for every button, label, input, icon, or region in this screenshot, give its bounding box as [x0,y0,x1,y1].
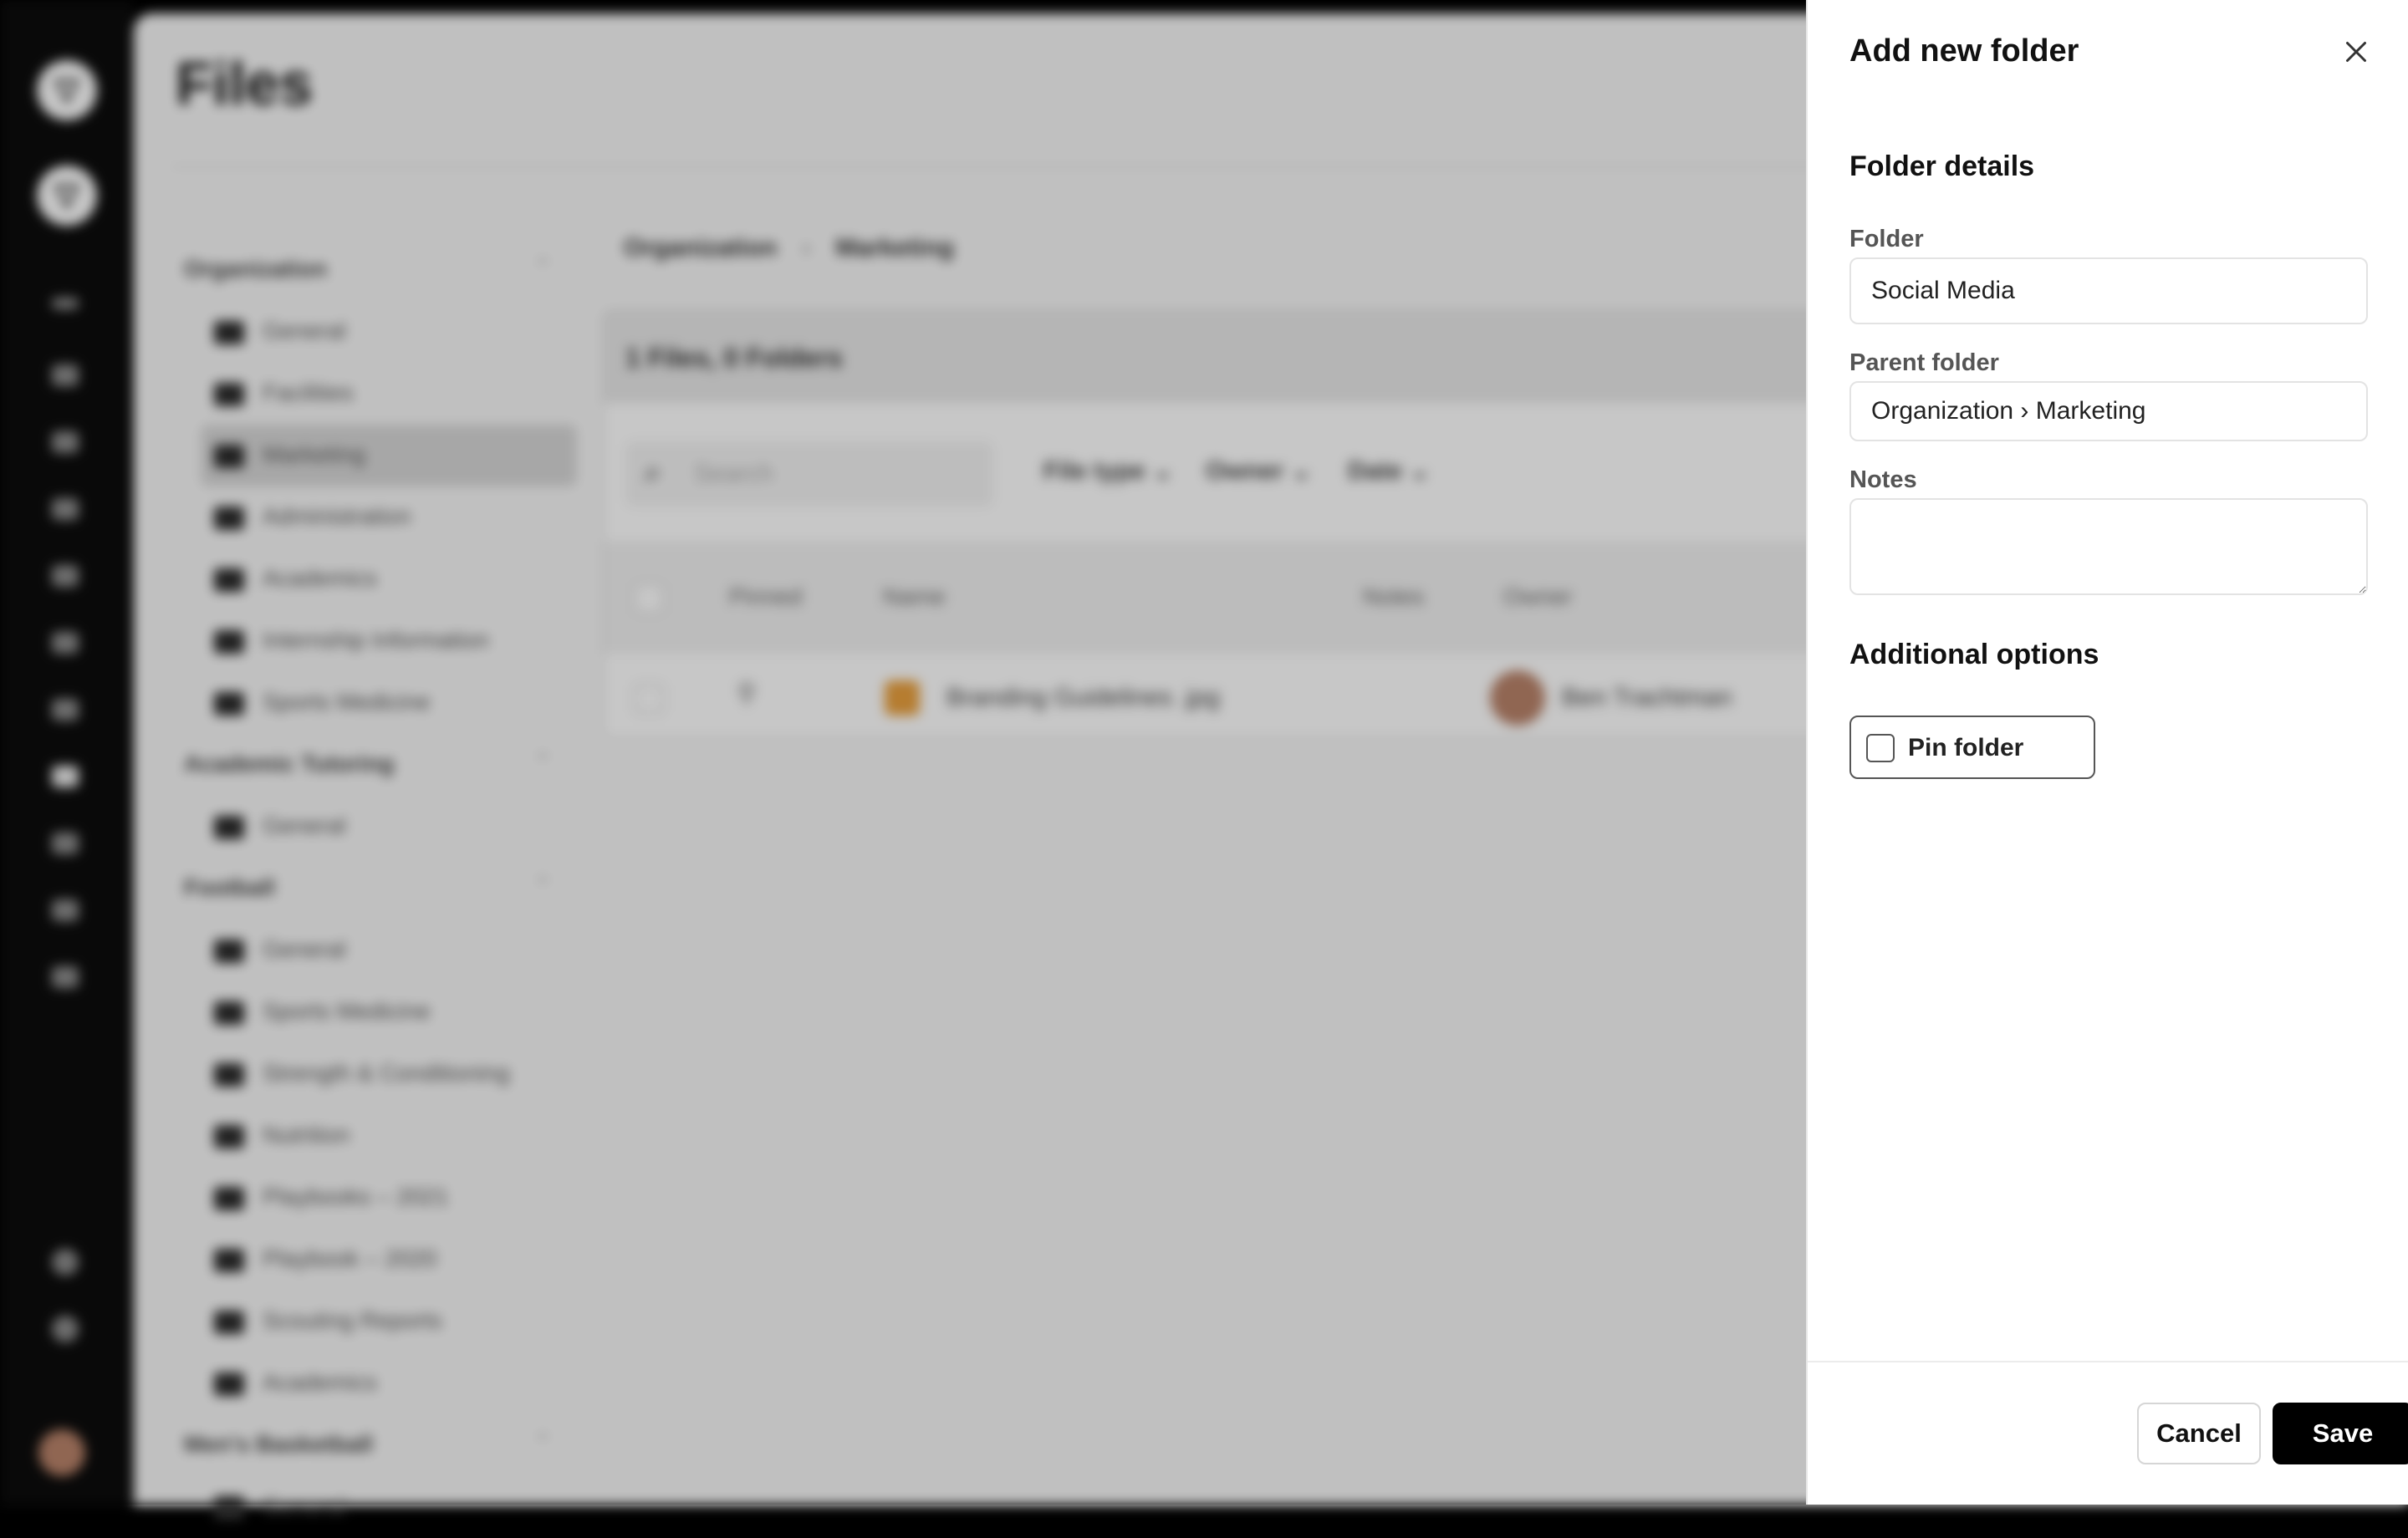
checkbox-icon[interactable] [1866,734,1895,762]
pin-folder-label: Pin folder [1908,734,2024,761]
parent-folder-label: Parent folder [1849,349,1999,376]
folder-label: Folder [1849,226,1924,252]
folder-details-heading: Folder details [1849,150,2035,182]
additional-options-heading: Additional options [1849,639,2099,670]
parent-folder-field[interactable] [1849,381,2368,441]
notes-label: Notes [1849,466,1917,493]
save-button[interactable]: Save [2273,1403,2408,1464]
pin-folder-checkbox[interactable]: Pin folder [1849,716,2095,779]
drawer-title: Add new folder [1849,33,2079,69]
folder-name-input[interactable] [1849,257,2368,324]
add-folder-drawer: Add new folder Folder details Folder Par… [1806,0,2408,1505]
cancel-button[interactable]: Cancel [2137,1403,2261,1464]
close-button[interactable] [2336,32,2376,72]
notes-textarea[interactable] [1849,498,2368,595]
drawer-footer: Cancel Save [1808,1361,2408,1506]
close-icon [2346,42,2366,62]
